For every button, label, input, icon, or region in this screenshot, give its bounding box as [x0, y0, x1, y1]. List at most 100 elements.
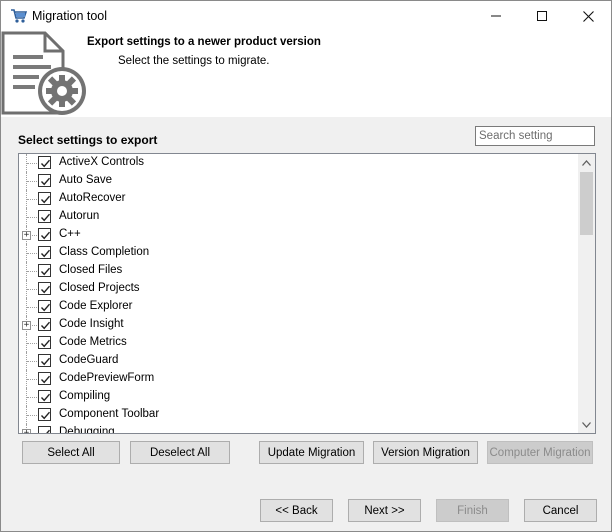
tree-item[interactable]: + C++: [19, 226, 579, 244]
tree-connector-branch: [27, 217, 37, 218]
tree-item[interactable]: Auto Save: [19, 172, 579, 190]
tree-item[interactable]: Autorun: [19, 208, 579, 226]
checkmark-icon: [40, 249, 51, 258]
tree-item[interactable]: ActiveX Controls: [19, 154, 579, 172]
checkmark-icon: [40, 267, 51, 276]
settings-section-label: Select settings to export: [18, 133, 158, 147]
version-migration-button[interactable]: Version Migration: [373, 441, 478, 464]
title-bar[interactable]: Migration tool: [1, 1, 611, 31]
checkmark-icon: [40, 339, 51, 348]
checkmark-icon: [40, 213, 51, 222]
cancel-button[interactable]: Cancel: [524, 499, 597, 522]
tree-item[interactable]: Closed Projects: [19, 280, 579, 298]
checkmark-icon: [46, 429, 51, 433]
setting-label: Class Completion: [59, 246, 150, 258]
tree-connector-branch: [27, 343, 37, 344]
setting-checkbox[interactable]: [38, 264, 51, 277]
select-all-button[interactable]: Select All: [22, 441, 120, 464]
scroll-down-button[interactable]: [578, 416, 595, 433]
setting-checkbox[interactable]: [38, 174, 51, 187]
expand-plus-icon[interactable]: +: [22, 429, 31, 433]
setting-checkbox[interactable]: [38, 354, 51, 367]
setting-checkbox[interactable]: [38, 282, 51, 295]
tree-item[interactable]: CodeGuard: [19, 352, 579, 370]
setting-checkbox[interactable]: [38, 228, 51, 241]
maximize-icon: [537, 11, 547, 21]
setting-label: Code Metrics: [59, 336, 127, 348]
checkmark-icon: [40, 285, 51, 294]
setting-checkbox[interactable]: [38, 246, 51, 259]
scroll-up-button[interactable]: [578, 154, 595, 171]
tree-connector-branch: [27, 271, 37, 272]
setting-checkbox[interactable]: [38, 426, 51, 433]
setting-label: Closed Files: [59, 264, 123, 276]
expand-plus-icon[interactable]: +: [22, 231, 31, 240]
window-title: Migration tool: [32, 9, 108, 23]
document-settings-icon: [1, 31, 86, 115]
tree-connector-branch: [27, 415, 37, 416]
update-migration-button[interactable]: Update Migration: [259, 441, 364, 464]
wizard-step-title: Export settings to a newer product versi…: [87, 36, 321, 48]
search-setting-input[interactable]: [475, 126, 595, 146]
checkmark-icon: [40, 177, 51, 186]
computer-migration-button[interactable]: Computer Migration: [487, 441, 593, 464]
tree-item[interactable]: Closed Files: [19, 262, 579, 280]
wizard-step-subtitle: Select the settings to migrate.: [118, 55, 270, 67]
tree-item[interactable]: Component Toolbar: [19, 406, 579, 424]
tree-item[interactable]: + Debugging: [19, 424, 579, 434]
tree-item[interactable]: Compiling: [19, 388, 579, 406]
tree-connector-branch: [27, 163, 37, 164]
migration-tool-window: Migration tool Export settings to a newe…: [0, 0, 612, 532]
setting-checkbox[interactable]: [38, 390, 51, 403]
checkmark-icon: [40, 357, 51, 366]
tree-connector-branch: [27, 307, 37, 308]
setting-label: Closed Projects: [59, 282, 140, 294]
tree-connector-branch: [27, 289, 37, 290]
expand-plus-icon[interactable]: +: [22, 321, 31, 330]
checkmark-icon: [40, 303, 51, 312]
checkmark-icon: [40, 159, 51, 168]
deselect-all-button[interactable]: Deselect All: [130, 441, 230, 464]
tree-item[interactable]: + Code Insight: [19, 316, 579, 334]
setting-label: Component Toolbar: [59, 408, 160, 420]
setting-checkbox[interactable]: [38, 156, 51, 169]
tree-item[interactable]: AutoRecover: [19, 190, 579, 208]
tree-item[interactable]: Code Explorer: [19, 298, 579, 316]
setting-checkbox[interactable]: [38, 336, 51, 349]
setting-checkbox[interactable]: [38, 318, 51, 331]
checkmark-icon: [40, 195, 51, 204]
setting-checkbox[interactable]: [38, 210, 51, 223]
tree-item[interactable]: Class Completion: [19, 244, 579, 262]
back-button[interactable]: << Back: [260, 499, 333, 522]
checkmark-icon: [40, 231, 51, 240]
minimize-icon: [491, 15, 501, 17]
setting-checkbox[interactable]: [38, 192, 51, 205]
tree-connector-branch: [27, 397, 37, 398]
tree-item[interactable]: CodePreviewForm: [19, 370, 579, 388]
checkmark-icon: [40, 393, 51, 402]
minimize-button[interactable]: [473, 1, 519, 31]
setting-checkbox[interactable]: [38, 408, 51, 421]
chevron-up-icon: [582, 159, 591, 166]
tree-item[interactable]: Code Metrics: [19, 334, 579, 352]
close-icon: [582, 10, 594, 22]
tree-connector-branch: [27, 181, 37, 182]
close-button[interactable]: [565, 1, 611, 31]
vertical-scrollbar[interactable]: [578, 154, 595, 433]
scrollbar-thumb[interactable]: [580, 172, 593, 235]
setting-checkbox[interactable]: [38, 372, 51, 385]
setting-label: Debugging: [59, 426, 115, 434]
setting-label: AutoRecover: [59, 192, 126, 204]
tree-connector-branch: [27, 379, 37, 380]
setting-label: Code Insight: [59, 318, 124, 330]
settings-tree[interactable]: ActiveX Controls Auto Save AutoRecover Auto…: [18, 153, 596, 434]
finish-button[interactable]: Finish: [436, 499, 509, 522]
setting-checkbox[interactable]: [38, 300, 51, 313]
maximize-button[interactable]: [519, 1, 565, 31]
setting-label: Compiling: [59, 390, 111, 402]
setting-label: CodePreviewForm: [59, 372, 155, 384]
next-button[interactable]: Next >>: [348, 499, 421, 522]
wizard-header: Export settings to a newer product versi…: [1, 31, 611, 117]
tree-connector-branch: [27, 433, 37, 434]
tree-connector-branch: [27, 361, 37, 362]
